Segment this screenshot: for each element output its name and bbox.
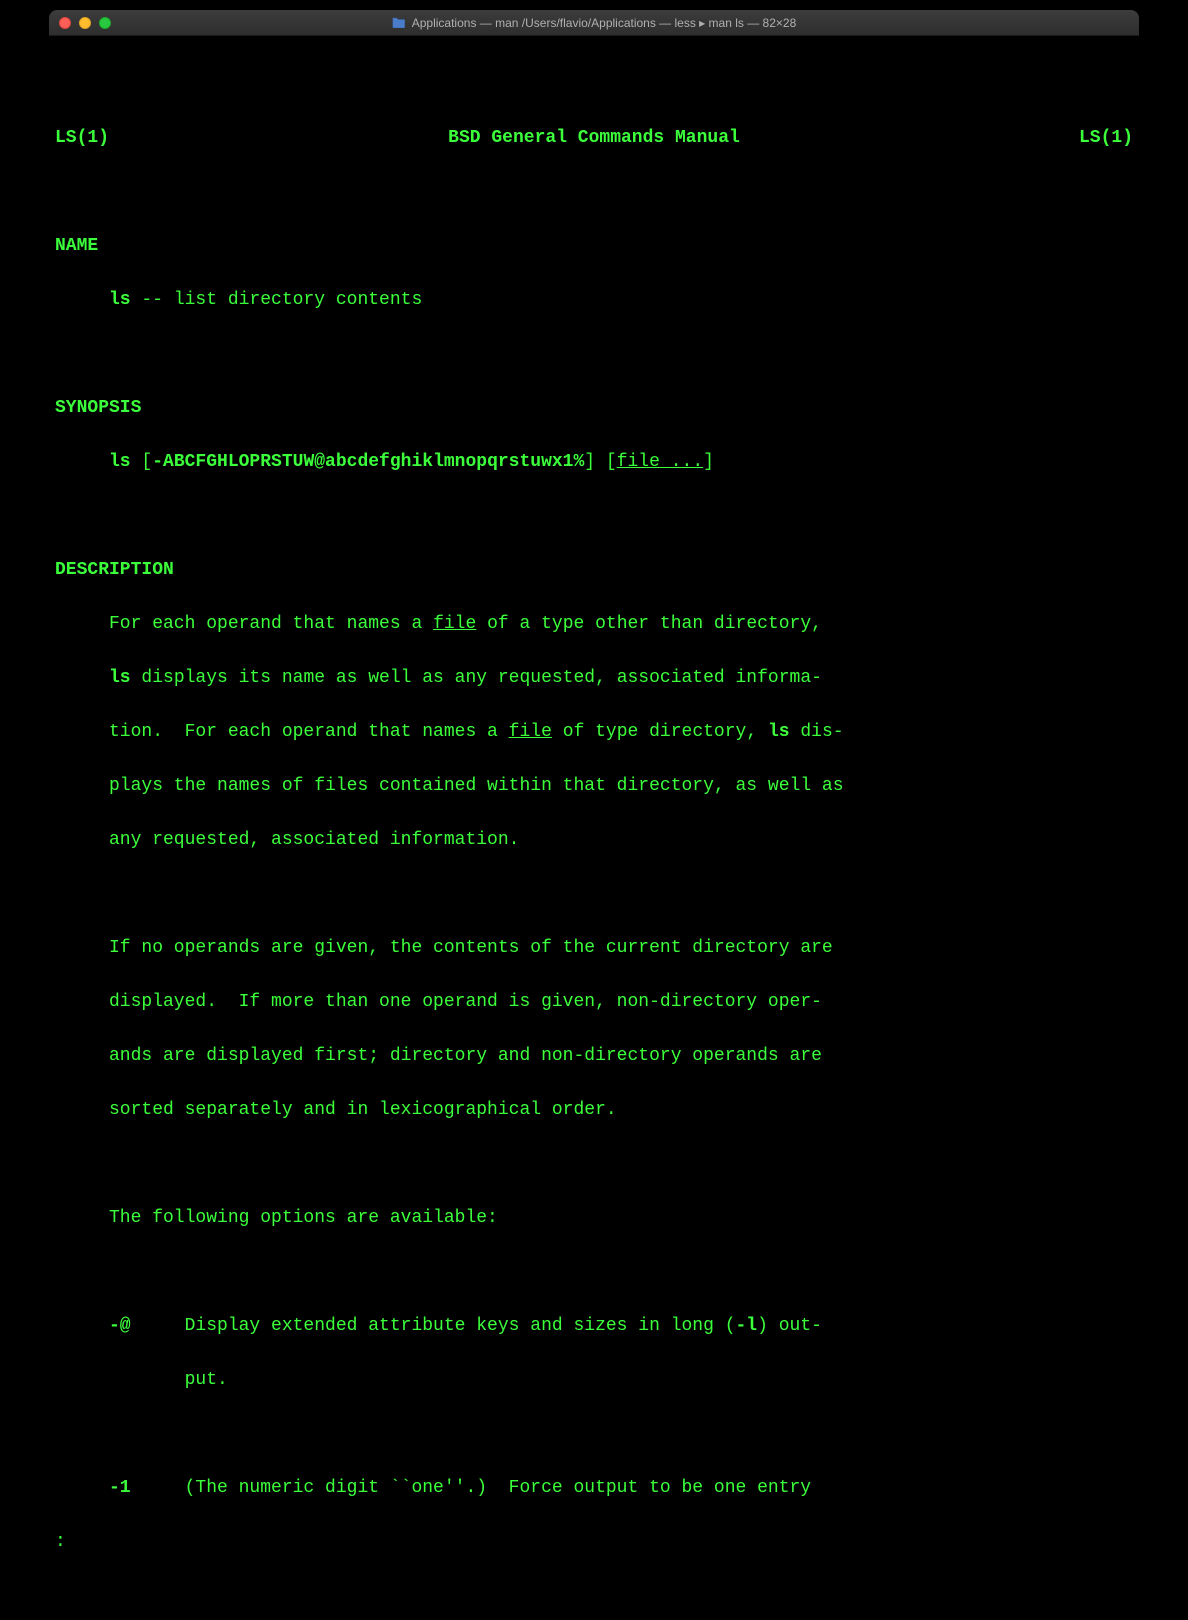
synopsis-end: ] (703, 452, 714, 472)
option-at-line1: -@Display extended attribute keys and si… (55, 1313, 1133, 1340)
minimize-icon[interactable] (79, 17, 91, 29)
section-description-heading: DESCRIPTION (55, 557, 1133, 584)
blank-line (55, 503, 1133, 530)
blank-line (55, 1151, 1133, 1178)
traffic-lights (59, 17, 111, 29)
synopsis-close: ] [ (584, 452, 616, 472)
option-at-line2: put. (55, 1367, 1133, 1394)
desc-ls-1: ls (109, 668, 131, 688)
desc-line-7: If no operands are given, the contents o… (55, 935, 1133, 962)
titlebar: Applications — man /Users/flavio/Applica… (49, 10, 1139, 36)
synopsis-flags: -ABCFGHLOPRSTUW@abcdefghiklmnopqrstuwx1% (152, 452, 584, 472)
option-at-key: -@ (109, 1313, 185, 1340)
name-dash: -- (131, 290, 174, 310)
close-icon[interactable] (59, 17, 71, 29)
desc-line-8: displayed. If more than one operand is g… (55, 989, 1133, 1016)
blank-line (55, 71, 1133, 98)
blank-line (55, 179, 1133, 206)
blank-line (55, 1421, 1133, 1448)
desc-line-12: The following options are available: (55, 1205, 1133, 1232)
folder-icon (392, 17, 406, 28)
option-1-key: -1 (109, 1475, 185, 1502)
synopsis-dots: ... (660, 452, 703, 472)
header-center: BSD General Commands Manual (448, 125, 740, 152)
desc-line-10: sorted separately and in lexicographical… (55, 1097, 1133, 1124)
section-name-heading: NAME (55, 233, 1133, 260)
desc-line-9: ands are displayed first; directory and … (55, 1043, 1133, 1070)
header-right: LS(1) (1079, 125, 1133, 152)
window-title: Applications — man /Users/flavio/Applica… (392, 16, 797, 30)
less-prompt[interactable]: : (55, 1529, 1133, 1556)
option-1-line: -1(The numeric digit ``one''.) Force out… (55, 1475, 1133, 1502)
blank-line (55, 1259, 1133, 1286)
desc-ls-2: ls (768, 722, 790, 742)
name-line: ls -- list directory contents (55, 287, 1133, 314)
blank-line (55, 341, 1133, 368)
synopsis-file: file (617, 452, 660, 472)
section-synopsis-heading: SYNOPSIS (55, 395, 1133, 422)
name-desc: list directory contents (174, 290, 422, 310)
window-title-text: Applications — man /Users/flavio/Applica… (412, 16, 797, 30)
blank-line (55, 881, 1133, 908)
desc-line-5: any requested, associated information. (55, 827, 1133, 854)
header-left: LS(1) (55, 125, 109, 152)
desc-line-1: For each operand that names a file of a … (55, 611, 1133, 638)
name-cmd: ls (109, 290, 131, 310)
desc-line-4: plays the names of files contained withi… (55, 773, 1133, 800)
desc-line-3: tion. For each operand that names a file… (55, 719, 1133, 746)
synopsis-open: [ (131, 452, 153, 472)
desc-file-1: file (433, 614, 476, 634)
desc-file-2: file (509, 722, 552, 742)
terminal-window: Applications — man /Users/flavio/Applica… (49, 10, 1139, 1620)
synopsis-cmd: ls (109, 452, 131, 472)
option-dash-l: -l (736, 1316, 758, 1336)
maximize-icon[interactable] (99, 17, 111, 29)
terminal-content[interactable]: LS(1) BSD General Commands Manual LS(1) NA… (49, 36, 1139, 1620)
desc-line-2: ls displays its name as well as any requ… (55, 665, 1133, 692)
man-header: LS(1) BSD General Commands Manual LS(1) (55, 125, 1133, 152)
synopsis-line: ls [-ABCFGHLOPRSTUW@abcdefghiklmnopqrstu… (55, 449, 1133, 476)
